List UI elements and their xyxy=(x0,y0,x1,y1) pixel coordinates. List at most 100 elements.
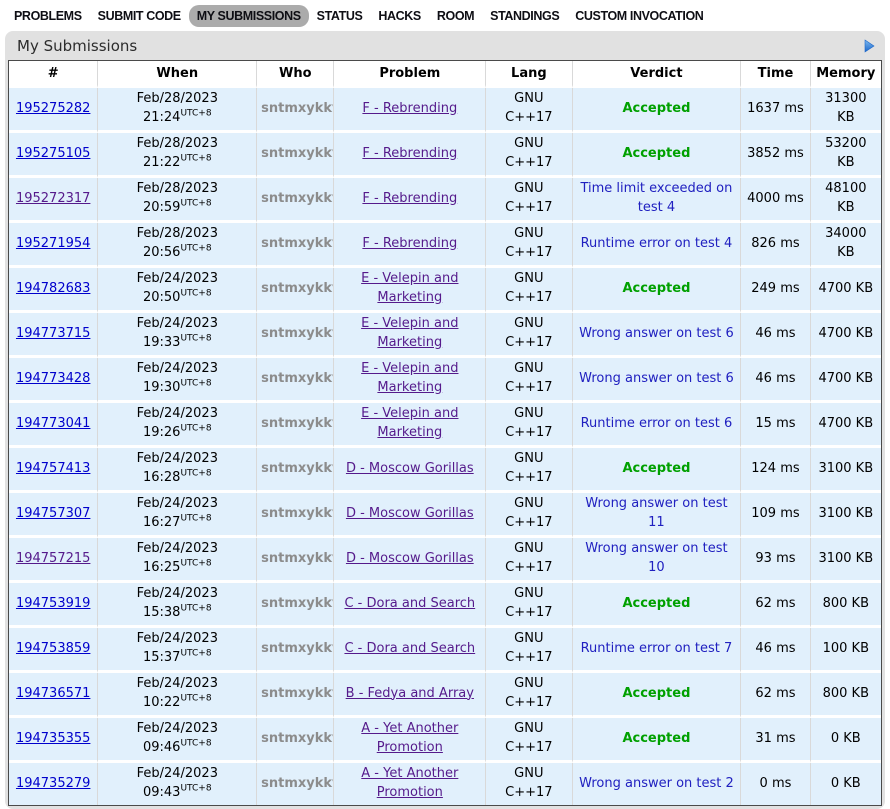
table-row: 194757307 Feb/24/202316:27UTC+8 sntmxykk… xyxy=(9,493,881,538)
table-row: 194753859 Feb/24/202315:37UTC+8 sntmxykk… xyxy=(9,628,881,673)
submission-lang: GNU C++17 xyxy=(500,90,558,128)
submission-id-link[interactable]: 194773041 xyxy=(16,416,90,431)
submission-id-link[interactable]: 194735355 xyxy=(16,731,90,746)
submission-date: Feb/24/2023 xyxy=(102,540,252,559)
my-submissions-panel: My Submissions xyxy=(5,31,885,809)
submission-verdict: Accepted xyxy=(622,280,690,299)
problem-link[interactable]: D - Moscow Gorillas xyxy=(346,505,474,524)
timezone-label: UTC+8 xyxy=(180,424,211,434)
submission-lang: GNU C++17 xyxy=(500,135,558,173)
submission-memory: 34000 KB xyxy=(811,223,881,268)
when-cell: Feb/28/202320:56UTC+8 xyxy=(98,223,257,268)
problem-link[interactable]: F - Rebrending xyxy=(362,145,457,164)
problem-link[interactable]: F - Rebrending xyxy=(362,235,457,254)
problem-link[interactable]: F - Rebrending xyxy=(362,100,457,119)
table-row: 194757413 Feb/24/202316:28UTC+8 sntmxykk… xyxy=(9,448,881,493)
submission-id-link[interactable]: 195275105 xyxy=(16,146,90,161)
contest-nav: PROBLEMS SUBMIT CODE MY SUBMISSIONS STAT… xyxy=(0,0,890,31)
submission-memory: 48100 KB xyxy=(811,178,881,223)
submission-time: 15:37 xyxy=(143,650,180,665)
submission-id-link[interactable]: 194757215 xyxy=(16,551,90,566)
submission-verdict: Wrong answer on test 10 xyxy=(577,540,737,578)
nav-tab-problems[interactable]: PROBLEMS xyxy=(6,5,90,27)
submission-memory: 3100 KB xyxy=(811,448,881,493)
submission-id-link[interactable]: 195272317 xyxy=(16,191,90,206)
submission-author: sntmxykky xyxy=(261,731,334,746)
submission-lang: GNU C++17 xyxy=(500,675,558,713)
submission-author: sntmxykky xyxy=(261,461,334,476)
submission-author: sntmxykky xyxy=(261,596,334,611)
problem-link[interactable]: E - Velepin and Marketing xyxy=(338,270,481,308)
problem-link[interactable]: C - Dora and Search xyxy=(344,640,475,659)
submission-id-link[interactable]: 195271954 xyxy=(16,236,90,251)
nav-tab-room[interactable]: ROOM xyxy=(429,5,482,27)
submission-time: 16:27 xyxy=(143,515,180,530)
submission-id-link[interactable]: 194735279 xyxy=(16,776,90,791)
nav-tab-custom-invocation[interactable]: CUSTOM INVOCATION xyxy=(567,5,711,27)
table-row: 194753919 Feb/24/202315:38UTC+8 sntmxykk… xyxy=(9,583,881,628)
submission-date: Feb/24/2023 xyxy=(102,630,252,649)
submission-memory: 3100 KB xyxy=(811,493,881,538)
problem-link[interactable]: F - Rebrending xyxy=(362,190,457,209)
problem-link[interactable]: C - Dora and Search xyxy=(344,595,475,614)
submission-verdict: Accepted xyxy=(622,145,690,164)
nav-tab-my-submissions[interactable]: MY SUBMISSIONS xyxy=(189,5,309,27)
problem-link[interactable]: A - Yet Another Promotion xyxy=(338,765,481,803)
submission-id-link[interactable]: 194753919 xyxy=(16,596,90,611)
submission-exec-time: 0 ms xyxy=(741,763,810,805)
submission-exec-time: 46 ms xyxy=(741,313,810,358)
problem-link[interactable]: A - Yet Another Promotion xyxy=(338,720,481,758)
problem-link[interactable]: E - Velepin and Marketing xyxy=(338,315,481,353)
submission-date: Feb/24/2023 xyxy=(102,405,252,424)
header-when: When xyxy=(98,61,257,88)
timezone-label: UTC+8 xyxy=(180,199,211,209)
submission-time: 20:50 xyxy=(143,290,180,305)
submission-lang: GNU C++17 xyxy=(500,360,558,398)
submission-id-link[interactable]: 194757307 xyxy=(16,506,90,521)
submission-verdict: Wrong answer on test 6 xyxy=(579,325,734,344)
submission-lang: GNU C++17 xyxy=(500,630,558,668)
submission-memory: 4700 KB xyxy=(811,403,881,448)
submission-author: sntmxykky xyxy=(261,371,334,386)
timezone-label: UTC+8 xyxy=(180,739,211,749)
submission-author: sntmxykky xyxy=(261,551,334,566)
problem-link[interactable]: B - Fedya and Array xyxy=(346,685,474,704)
when-cell: Feb/24/202316:25UTC+8 xyxy=(98,538,257,583)
when-cell: Feb/24/202315:38UTC+8 xyxy=(98,583,257,628)
expand-arrow-icon[interactable] xyxy=(864,39,875,53)
when-cell: Feb/28/202321:24UTC+8 xyxy=(98,88,257,133)
when-cell: Feb/24/202315:37UTC+8 xyxy=(98,628,257,673)
submission-memory: 0 KB xyxy=(811,763,881,805)
submission-date: Feb/24/2023 xyxy=(102,585,252,604)
submission-time: 09:43 xyxy=(143,785,180,800)
submission-author: sntmxykky xyxy=(261,326,334,341)
table-header-row: # When Who Problem Lang Verdict Time Mem… xyxy=(9,61,881,88)
problem-link[interactable]: E - Velepin and Marketing xyxy=(338,360,481,398)
submission-date: Feb/24/2023 xyxy=(102,720,252,739)
when-cell: Feb/24/202320:50UTC+8 xyxy=(98,268,257,313)
problem-link[interactable]: D - Moscow Gorillas xyxy=(346,550,474,569)
table-row: 194736571 Feb/24/202310:22UTC+8 sntmxykk… xyxy=(9,673,881,718)
submission-memory: 31300 KB xyxy=(811,88,881,133)
submission-id-link[interactable]: 194773428 xyxy=(16,371,90,386)
submission-lang: GNU C++17 xyxy=(500,450,558,488)
problem-link[interactable]: D - Moscow Gorillas xyxy=(346,460,474,479)
problem-link[interactable]: E - Velepin and Marketing xyxy=(338,405,481,443)
submission-id-link[interactable]: 195275282 xyxy=(16,101,90,116)
submission-id-link[interactable]: 194736571 xyxy=(16,686,90,701)
submission-id-link[interactable]: 194773715 xyxy=(16,326,90,341)
submission-time: 20:59 xyxy=(143,200,180,215)
submission-id-link[interactable]: 194757413 xyxy=(16,461,90,476)
panel-title: My Submissions xyxy=(17,37,137,55)
submission-id-link[interactable]: 194782683 xyxy=(16,281,90,296)
nav-tab-submit-code[interactable]: SUBMIT CODE xyxy=(90,5,189,27)
nav-tab-standings[interactable]: STANDINGS xyxy=(482,5,567,27)
nav-tab-status[interactable]: STATUS xyxy=(309,5,371,27)
submission-id-link[interactable]: 194753859 xyxy=(16,641,90,656)
timezone-label: UTC+8 xyxy=(180,469,211,479)
nav-tab-hacks[interactable]: HACKS xyxy=(370,5,428,27)
submission-memory: 4700 KB xyxy=(811,313,881,358)
table-row: 194773715 Feb/24/202319:33UTC+8 sntmxykk… xyxy=(9,313,881,358)
submission-exec-time: 3852 ms xyxy=(741,133,810,178)
page: PROBLEMS SUBMIT CODE MY SUBMISSIONS STAT… xyxy=(0,0,890,809)
